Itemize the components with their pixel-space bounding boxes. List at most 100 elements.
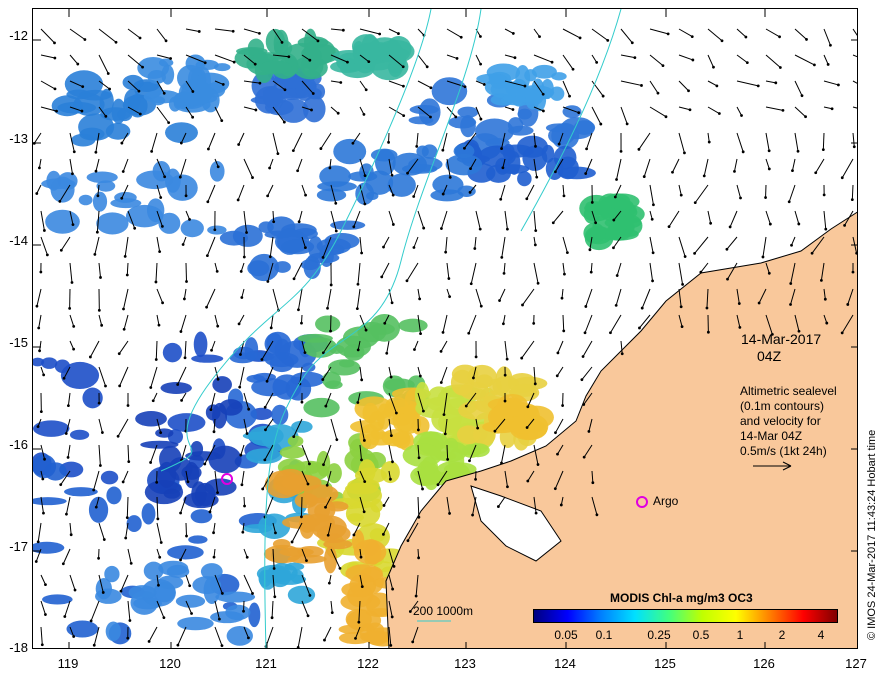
chl-patch [583, 222, 606, 244]
velocity-arrow [184, 340, 187, 358]
velocity-arrow-head [380, 275, 384, 279]
velocity-arrow-head [500, 147, 503, 150]
velocity-arrow-head [181, 243, 185, 246]
credit-text: © IMOS 24-Mar-2017 11:43:24 Hobart time [866, 429, 878, 640]
velocity-arrow [852, 28, 857, 36]
velocity-arrow [643, 158, 651, 177]
velocity-arrow-head [448, 512, 451, 515]
velocity-arrow [765, 158, 770, 170]
velocity-arrow [446, 444, 449, 460]
velocity-arrow-head [81, 85, 85, 89]
velocity-arrow-head [421, 409, 425, 413]
velocity-arrow-head [126, 636, 130, 640]
chl-patch [92, 191, 108, 212]
velocity-arrow-head [150, 149, 154, 153]
velocity-arrow-head [709, 221, 713, 225]
velocity-arrow-head [680, 325, 684, 329]
velocity-arrow-head [356, 401, 360, 404]
velocity-arrow-head [179, 141, 183, 145]
velocity-arrow-head [241, 530, 245, 534]
velocity-arrow [155, 340, 158, 360]
velocity-arrow-head [164, 39, 168, 43]
velocity-arrow-head [429, 115, 432, 119]
velocity-arrow [440, 366, 448, 383]
velocity-arrow-head [378, 32, 382, 36]
velocity-arrow-head [562, 194, 566, 198]
velocity-arrow-head [739, 196, 742, 200]
velocity-arrow [620, 80, 642, 86]
velocity-arrow [36, 184, 42, 194]
velocity-arrow [852, 106, 857, 109]
velocity-arrow [707, 54, 714, 68]
velocity-arrow-head [651, 279, 654, 283]
velocity-arrow [330, 600, 333, 613]
velocity-arrow [417, 288, 421, 299]
velocity-arrow [616, 262, 622, 276]
velocity-arrow-head [319, 147, 323, 150]
velocity-arrow [762, 236, 767, 258]
velocity-arrow-head [328, 166, 332, 170]
velocity-arrow [582, 340, 593, 357]
velocity-arrow-head [501, 322, 505, 326]
velocity-arrow-head [341, 28, 345, 32]
velocity-arrow [127, 54, 143, 68]
velocity-arrow-head [161, 301, 164, 305]
velocity-arrow-head [217, 617, 221, 621]
velocity-arrow-head [467, 331, 471, 335]
velocity-arrow [533, 28, 540, 37]
velocity-arrow-head [149, 386, 153, 389]
chl-patch [402, 443, 443, 468]
velocity-arrow [736, 28, 747, 38]
velocity-arrow [381, 262, 390, 278]
chl-patch [272, 539, 291, 550]
chl-patch [365, 170, 394, 195]
chl-patch [259, 60, 292, 75]
velocity-arrow-head [266, 280, 270, 283]
velocity-arrow-head [209, 408, 213, 412]
velocity-arrow-head [272, 567, 276, 570]
velocity-arrow [417, 54, 428, 68]
velocity-arrow-head [122, 307, 125, 311]
velocity-arrow-head [469, 282, 473, 286]
velocity-arrow-head [609, 331, 612, 335]
velocity-arrow-head [206, 200, 210, 204]
velocity-arrow-head [526, 405, 530, 409]
velocity-arrow-head [93, 253, 97, 256]
velocity-arrow-head [274, 531, 277, 535]
velocity-arrow-head [789, 303, 792, 306]
velocity-arrow-head [102, 538, 106, 541]
velocity-arrow [823, 80, 839, 86]
chl-patch [315, 315, 341, 333]
velocity-arrow-head [125, 516, 129, 520]
velocity-arrow-head [210, 348, 213, 352]
velocity-arrow-head [601, 94, 605, 98]
legend-line: Altimetric sealevel [740, 384, 837, 398]
velocity-arrow [272, 132, 279, 154]
velocity-arrow-head [642, 175, 646, 178]
velocity-arrow [330, 106, 339, 114]
velocity-arrow-head [276, 152, 280, 156]
velocity-arrow [736, 132, 744, 152]
velocity-arrow [156, 314, 160, 326]
velocity-arrow-head [38, 166, 41, 170]
velocity-arrow-head [185, 534, 188, 538]
velocity-arrow [678, 132, 685, 153]
velocity-arrow-head [738, 325, 742, 329]
colorbar-tick: 4 [817, 628, 825, 642]
velocity-arrow [298, 210, 303, 222]
velocity-arrow [183, 288, 187, 299]
velocity-arrow-head [412, 195, 416, 198]
velocity-arrow-head [34, 560, 38, 563]
map-plot-area[interactable] [32, 8, 858, 649]
velocity-arrow [388, 366, 392, 378]
velocity-arrow [446, 262, 450, 279]
velocity-arrow-head [756, 84, 760, 88]
velocity-arrow [729, 210, 738, 228]
velocity-arrow-head [417, 556, 421, 560]
velocity-arrow [267, 184, 274, 197]
velocity-arrow [185, 28, 200, 32]
velocity-arrow-head [245, 432, 249, 435]
velocity-arrow-head [99, 276, 102, 279]
velocity-arrow-head [334, 229, 338, 233]
chl-patch [33, 541, 65, 554]
